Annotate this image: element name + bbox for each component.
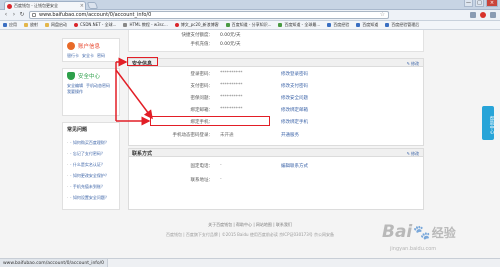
watermark-brand: Bai [382,222,413,242]
watermark-suffix: 经验 [431,226,456,240]
watermark-url: jingyan.baidu.com [390,246,437,252]
paw-icon: 🐾 [413,225,431,241]
status-url: www.baifubao.com/account/0/account_info/… [0,259,109,267]
status-bar: www.baifubao.com/account/0/account_info/… [0,258,500,267]
arrow-diagonal [115,69,153,120]
baidu-jingyan-watermark: Bai 🐾 经验 [382,222,456,242]
